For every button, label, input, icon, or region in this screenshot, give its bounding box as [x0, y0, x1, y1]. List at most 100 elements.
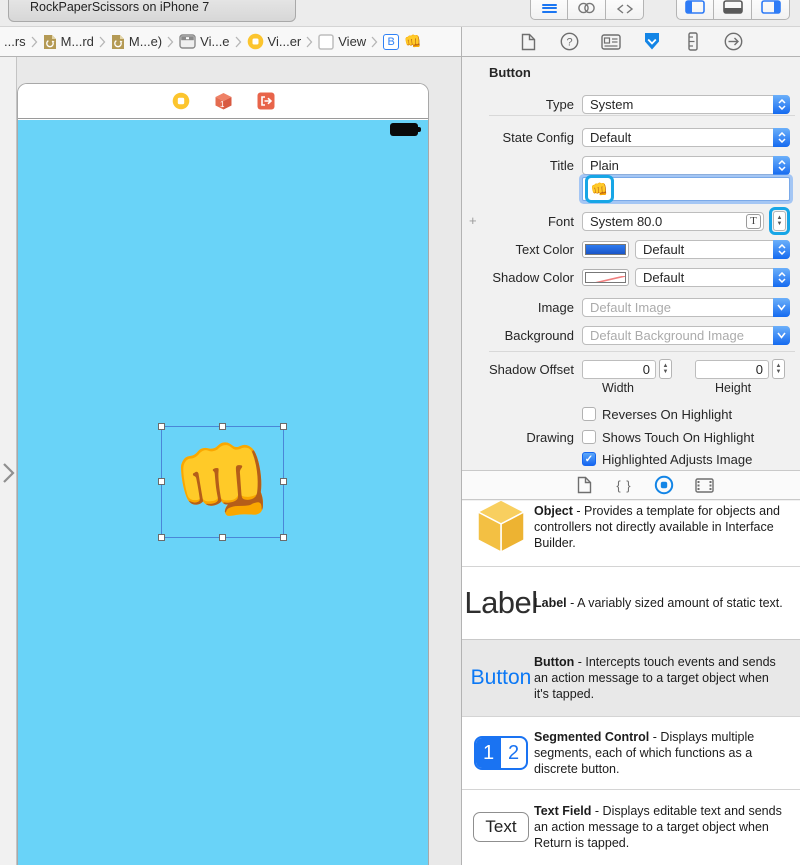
standard-editor-icon — [541, 2, 557, 14]
library-item-object[interactable]: Object - Provides a template for objects… — [462, 501, 800, 567]
color-swatch — [585, 243, 626, 255]
chevron-right-icon — [99, 36, 106, 48]
resize-handle[interactable] — [280, 423, 287, 430]
root-view[interactable]: 👊 — [18, 120, 428, 865]
tutorial-highlight-box: 👊 — [585, 175, 614, 203]
connections-inspector-tab[interactable] — [724, 32, 744, 52]
height-stepper[interactable]: ▲ ▼ — [772, 359, 785, 379]
type-label: Type — [545, 96, 574, 112]
attributes-inspector-tab[interactable] — [642, 32, 662, 52]
object-library-tab[interactable] — [654, 475, 674, 495]
file-template-library-tab[interactable] — [574, 475, 594, 495]
resize-handle[interactable] — [158, 423, 165, 430]
shows-touch-row: Drawing ✓ Shows Touch On Highlight — [470, 427, 790, 447]
library-item-name: Object — [534, 503, 573, 518]
exit-icon[interactable] — [257, 92, 275, 110]
inspector-tab-bar: ? — [461, 27, 800, 56]
tutorial-highlight-box: ▲ ▼ — [769, 207, 790, 235]
library-item-desc: - A variably sized amount of static text… — [570, 596, 783, 610]
navigator-toggle-button[interactable] — [676, 0, 714, 20]
checkbox-highlighted-adjusts-image[interactable]: ✓ — [582, 452, 596, 466]
assistant-editor-button[interactable] — [568, 0, 606, 20]
font-field[interactable]: System 80.0 T — [582, 211, 764, 231]
state-config-popup[interactable]: Default — [582, 127, 790, 147]
first-responder-cube-icon[interactable]: 1 — [214, 92, 233, 111]
font-row: + Font System 80.0 T ▲ ▼ — [469, 207, 790, 235]
plus-icon[interactable]: + — [469, 213, 477, 228]
version-editor-button[interactable] — [606, 0, 644, 20]
library-item-segmented-control[interactable]: 1 2 Segmented Control - Displays multipl… — [462, 717, 800, 790]
resize-handle[interactable] — [280, 534, 287, 541]
shadow-color-label: Shadow Color — [492, 269, 574, 285]
library-item-label[interactable]: Label Label - A variably sized amount of… — [462, 567, 800, 640]
shadow-offset-width-field[interactable]: 0 — [582, 359, 656, 379]
jumpbar-item-storyboard-base[interactable]: M...e) — [111, 34, 162, 50]
library-item-name: Button — [534, 655, 575, 669]
color-swatch — [585, 271, 626, 283]
scheme-status-display[interactable]: RockPaperScissors on iPhone 7 — [8, 0, 296, 22]
size-inspector-tab[interactable] — [683, 32, 703, 52]
question-mark-icon: ? — [560, 32, 579, 51]
file-inspector-tab[interactable] — [519, 32, 539, 52]
chevron-down-icon — [773, 297, 790, 317]
shadow-offset-height-field[interactable]: 0 — [695, 359, 769, 379]
checkbox-reverses-on-highlight[interactable]: ✓ — [582, 407, 596, 421]
jumpbar-item-storyboard[interactable]: M...rd — [43, 34, 94, 50]
font-label: Font — [547, 213, 574, 229]
state-config-label: State Config — [502, 129, 574, 145]
utilities-toggle-button[interactable] — [752, 0, 790, 20]
view-controller-icon — [247, 33, 264, 50]
document-outline-strip — [0, 57, 17, 865]
chevron-up-down-icon — [773, 239, 790, 259]
text-color-well[interactable] — [582, 240, 629, 258]
shadow-color-well[interactable] — [582, 268, 629, 286]
storyboard-file-icon — [43, 34, 57, 50]
object-library-icon — [654, 475, 674, 495]
jumpbar-item-project[interactable]: ...rs — [4, 34, 26, 49]
jumpbar-item-view-controller[interactable]: Vi...er — [247, 33, 301, 50]
library-item-text-field[interactable]: Text Text Field - Displays editable text… — [462, 790, 800, 864]
code-snippet-library-tab[interactable]: { } — [614, 475, 634, 495]
debug-panel-icon — [722, 0, 743, 14]
highlighted-adjusts-row: ✓ Highlighted Adjusts Image — [470, 449, 790, 469]
chevron-right-icon — [306, 36, 313, 48]
image-combo[interactable]: Default Image — [582, 297, 790, 317]
resize-handle[interactable] — [280, 478, 287, 485]
inspector-section-title: Button — [489, 65, 531, 80]
checkbox-shows-touch-on-highlight[interactable]: ✓ — [582, 430, 596, 444]
title-popup[interactable]: Plain — [582, 155, 790, 175]
jumpbar-item-view[interactable]: View — [318, 33, 366, 50]
media-library-tab[interactable] — [694, 475, 714, 495]
resize-handle[interactable] — [158, 534, 165, 541]
resize-handle[interactable] — [158, 478, 165, 485]
background-combo[interactable]: Default Background Image — [582, 325, 790, 345]
library-tab-bar: { } — [462, 470, 800, 500]
object-library-list: Object - Provides a template for objects… — [462, 501, 800, 865]
chevron-up-down-icon — [773, 127, 790, 147]
jumpbar-item-button[interactable]: B 👊 — [383, 33, 422, 50]
text-color-popup[interactable]: Default — [635, 239, 790, 259]
expand-outline-chevron-icon[interactable] — [2, 462, 15, 489]
type-popup[interactable]: System — [582, 94, 790, 114]
shadow-color-popup[interactable]: Default — [635, 267, 790, 287]
jumpbar-item-scene[interactable]: Vi...e — [179, 34, 230, 49]
background-placeholder: Default Background Image — [590, 327, 744, 343]
state-config-row: State Config Default — [470, 127, 790, 147]
resize-handle[interactable] — [218, 534, 226, 541]
debug-area-toggle-button[interactable] — [714, 0, 752, 20]
standard-editor-button[interactable] — [530, 0, 568, 20]
title-text-field[interactable]: 👊 — [582, 175, 790, 203]
width-stepper[interactable]: ▲ ▼ — [659, 359, 672, 379]
film-strip-icon — [694, 477, 714, 493]
jump-bar: ...rs M...rd M...e) Vi...e Vi...er View … — [0, 27, 461, 56]
quick-help-inspector-tab[interactable]: ? — [560, 32, 580, 52]
font-size-stepper[interactable]: ▲ ▼ — [773, 211, 786, 231]
view-controller-proxy-icon[interactable] — [172, 92, 190, 110]
resize-handle[interactable] — [218, 423, 226, 430]
shadow-color-row: Shadow Color Default — [470, 267, 790, 287]
selected-button[interactable]: 👊 — [158, 423, 287, 541]
identity-inspector-tab[interactable] — [600, 32, 621, 52]
library-item-button[interactable]: Button Button - Intercepts touch events … — [462, 639, 800, 717]
shadow-offset-row: Shadow Offset 0 ▲ ▼ 0 ▲ ▼ — [470, 359, 790, 379]
font-picker-t-icon[interactable]: T — [746, 213, 761, 229]
